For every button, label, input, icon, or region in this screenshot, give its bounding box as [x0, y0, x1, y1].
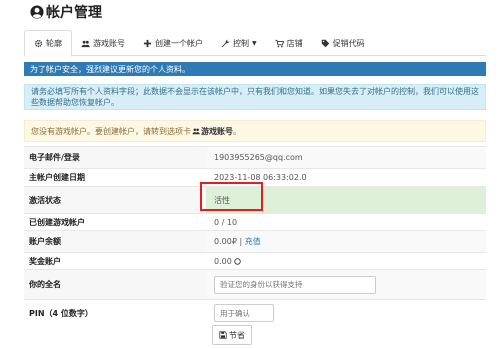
- game-accounts-label: 已创建游戏帐户: [24, 213, 206, 231]
- recharge-link[interactable]: 充值: [245, 237, 261, 246]
- page-header: 帐户管理: [30, 2, 102, 22]
- table-row: PIN（4 位数字）: [24, 299, 486, 327]
- balance-value: 0.00₽: [214, 237, 237, 246]
- users-icon: [81, 40, 90, 47]
- no-game-account-alert: 您没有游戏帐户。要创建帐户，请转到选项卡 游戏账号 。: [24, 120, 486, 142]
- balance-cell: 0.00₽ | 充值: [206, 230, 486, 253]
- table-row: 奖金账户 0.00: [24, 252, 486, 270]
- warning-text: 您没有游戏帐户。要创建帐户，请转到选项卡: [31, 126, 191, 136]
- fullname-cell: [206, 269, 486, 300]
- page-title: 帐户管理: [46, 5, 102, 21]
- pin-input[interactable]: [214, 304, 274, 323]
- wrench-icon: [221, 39, 230, 47]
- gear-icon: [34, 39, 43, 48]
- users-icon: [192, 128, 200, 135]
- bonus-value: 0.00: [214, 256, 232, 266]
- tab-label: 促销代码: [332, 38, 365, 48]
- profile-info-alert: 请务必填写所有个人资料字段；此数据不会显示在该帐户中，只有我们和您知道。如果您失…: [24, 84, 486, 110]
- floppy-disk-icon: [219, 331, 227, 339]
- chevron-down-icon: ▼: [252, 39, 257, 47]
- security-alert: 为了帐户安全，强烈建议更新您的个人资料。: [24, 62, 486, 76]
- cart-icon: [275, 39, 284, 47]
- warning-suffix: 。: [233, 126, 241, 136]
- status-label: 激活状态: [24, 186, 206, 214]
- table-row: 电子邮件/登录 1903955265@qq.com: [24, 146, 486, 169]
- coin-icon: [234, 257, 242, 265]
- highlight-box: [200, 182, 263, 211]
- save-label: 节省: [229, 330, 245, 340]
- game-accounts-value: 0 / 10: [206, 213, 486, 231]
- tab-create-account[interactable]: 创建一个帐户: [134, 30, 212, 56]
- tab-label: 轮廓: [46, 39, 62, 48]
- plus-icon: [143, 39, 152, 47]
- tab-label: 控制: [233, 38, 249, 48]
- tab-profile[interactable]: 轮廓: [24, 30, 72, 57]
- email-label: 电子邮件/登录: [24, 146, 206, 169]
- game-accounts-link[interactable]: 游戏账号: [201, 126, 233, 137]
- pin-label: PIN（4 位数字）: [24, 299, 206, 327]
- table-row: 已创建游戏帐户 0 / 10: [24, 213, 486, 231]
- pin-cell: [206, 299, 486, 327]
- tab-label: 游戏账号: [93, 38, 125, 48]
- created-date-label: 主帐户创建日期: [24, 168, 206, 187]
- save-button[interactable]: 节省: [212, 325, 252, 345]
- table-row: 你的全名: [24, 269, 486, 300]
- tab-label: 创建一个帐户: [155, 38, 203, 48]
- tab-label: 店铺: [286, 38, 303, 48]
- tab-bar: 轮廓 游戏账号 创建一个帐户 控制 ▼ 店铺 促销代码: [24, 30, 486, 57]
- tag-icon: [321, 39, 329, 47]
- bonus-cell: 0.00: [206, 252, 486, 270]
- account-info-table: 电子邮件/登录 1903955265@qq.com 主帐户创建日期 2023-1…: [24, 146, 486, 327]
- user-circle-icon: [30, 5, 44, 19]
- fullname-input[interactable]: [214, 275, 376, 294]
- tab-shop[interactable]: 店铺: [266, 30, 312, 56]
- balance-label: 账户余额: [24, 230, 206, 253]
- tab-control[interactable]: 控制 ▼: [212, 30, 266, 56]
- table-row: 账户余额 0.00₽ | 充值: [24, 230, 486, 253]
- tab-promo-code[interactable]: 促销代码: [312, 30, 374, 56]
- bonus-label: 奖金账户: [24, 252, 206, 270]
- tab-game-accounts[interactable]: 游戏账号: [72, 30, 134, 56]
- fullname-label: 你的全名: [24, 269, 206, 300]
- email-value: 1903955265@qq.com: [206, 146, 486, 169]
- balance-separator: |: [236, 237, 245, 246]
